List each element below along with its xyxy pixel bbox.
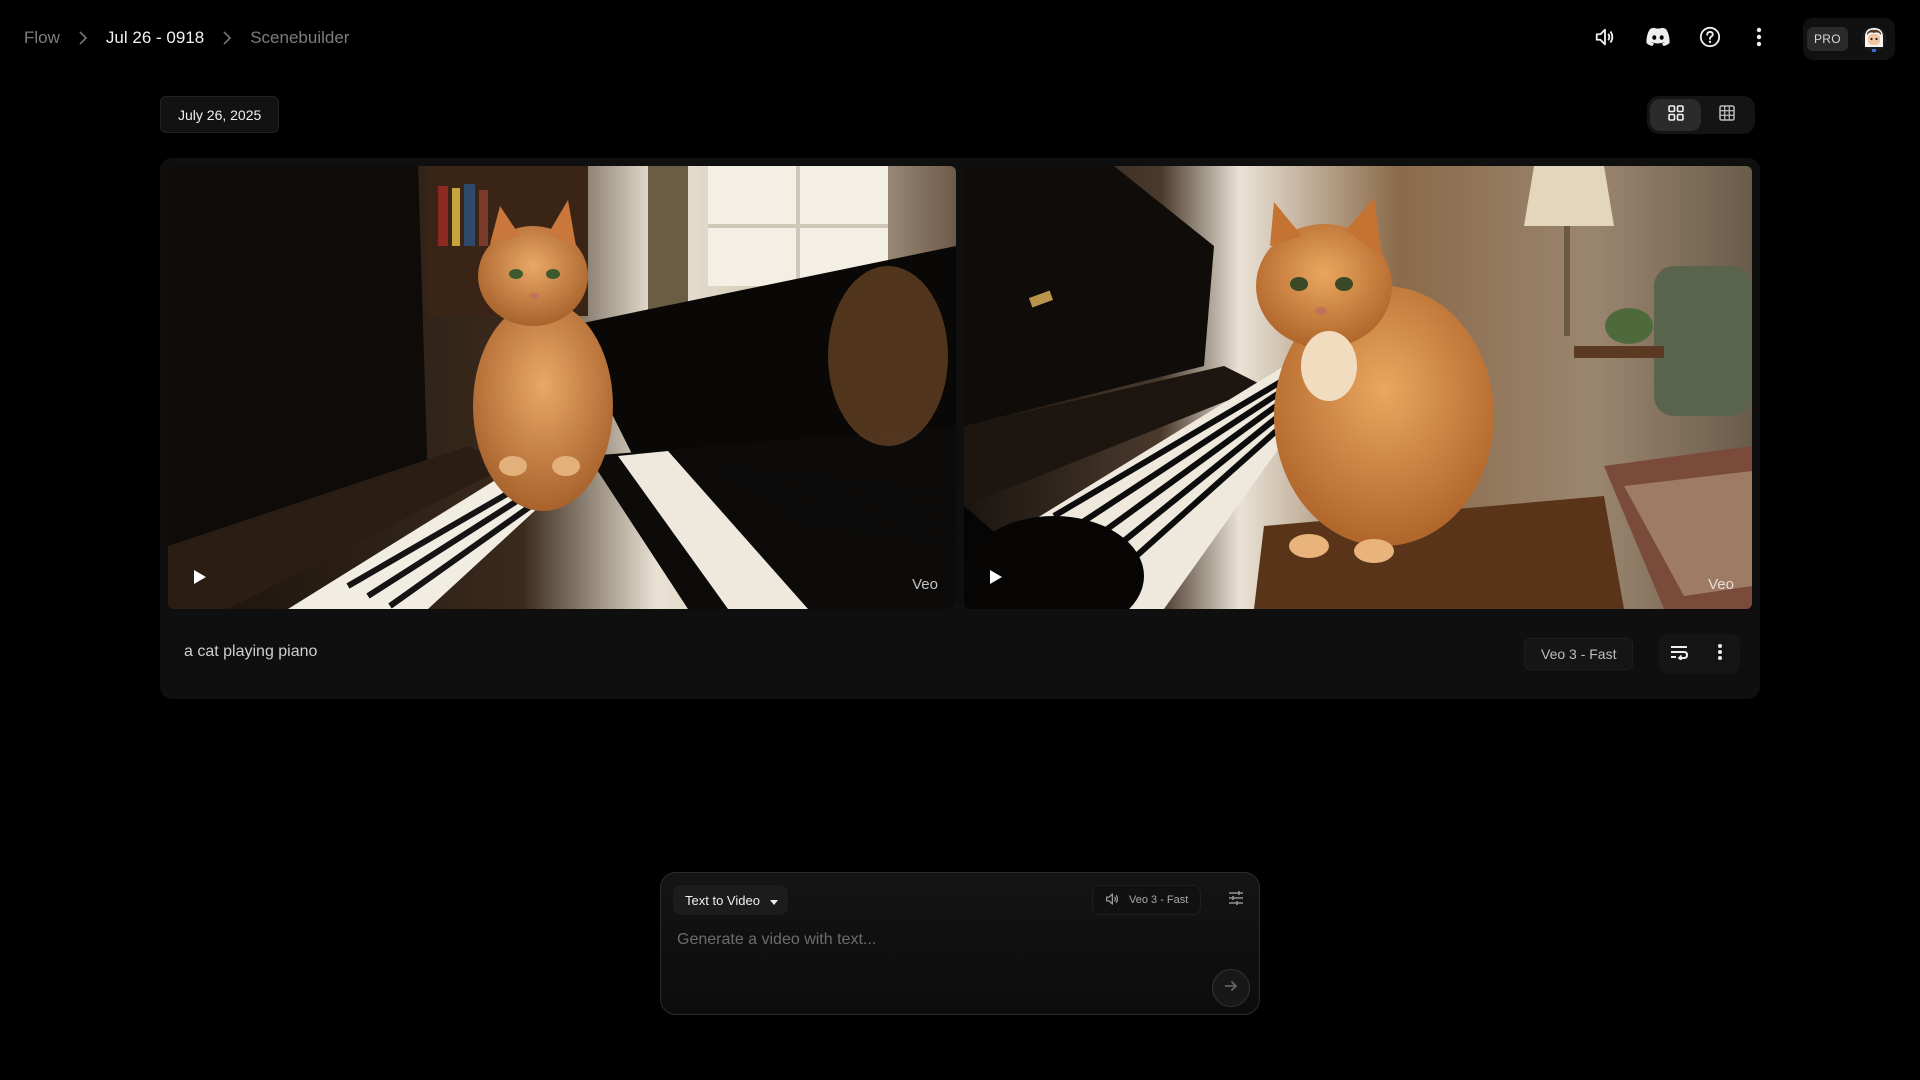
volume-icon xyxy=(1105,892,1129,909)
wrap-text-icon xyxy=(1670,644,1688,665)
mode-select-label: Text to Video xyxy=(685,892,760,908)
tune-icon xyxy=(1228,890,1244,910)
tile-view-icon xyxy=(1718,104,1735,126)
reuse-prompt-button[interactable] xyxy=(1662,637,1696,671)
composer-model-select[interactable]: Veo 3 - Fast xyxy=(1092,885,1202,915)
tile-view-button[interactable] xyxy=(1701,99,1752,131)
discord-icon xyxy=(1645,27,1671,52)
play-icon xyxy=(989,569,1003,590)
grid-view-icon xyxy=(1667,104,1684,126)
account-menu[interactable]: PRO xyxy=(1803,18,1895,60)
more-vert-icon xyxy=(1756,27,1762,52)
model-chip: Veo 3 - Fast xyxy=(1524,638,1634,670)
avatar[interactable] xyxy=(1859,25,1888,53)
chevron-right-icon xyxy=(68,28,98,48)
grid-view-button[interactable] xyxy=(1650,99,1701,131)
play-icon xyxy=(193,569,207,590)
caret-down-icon xyxy=(769,893,778,908)
video-thumbnail[interactable]: Veo xyxy=(964,166,1752,609)
breadcrumb-project[interactable]: Jul 26 - 0918 xyxy=(106,28,204,48)
prompt-input[interactable] xyxy=(675,925,1235,955)
composer-model-label: Veo 3 - Fast xyxy=(1129,894,1189,906)
mode-select[interactable]: Text to Video xyxy=(673,885,788,915)
generation-card: Veo Veo a cat playing piano Veo 3 - Fast xyxy=(160,158,1760,699)
date-chip: July 26, 2025 xyxy=(160,96,280,133)
view-toggle xyxy=(1647,96,1755,134)
settings-button[interactable] xyxy=(1221,885,1251,915)
breadcrumb: Flow Jul 26 - 0918 Scenebuilder xyxy=(24,28,349,48)
send-button[interactable] xyxy=(1212,969,1250,1007)
pro-badge: PRO xyxy=(1807,27,1848,51)
prompt-composer: Text to Video Veo 3 - Fast xyxy=(660,872,1260,1015)
volume-button[interactable] xyxy=(1585,19,1625,59)
arrow-right-icon xyxy=(1224,979,1238,997)
breadcrumb-scenebuilder[interactable]: Scenebuilder xyxy=(250,28,349,48)
help-button[interactable] xyxy=(1690,19,1730,59)
generation-prompt: a cat playing piano xyxy=(184,643,318,660)
help-icon xyxy=(1699,26,1721,53)
discord-button[interactable] xyxy=(1638,19,1678,59)
more-vert-icon xyxy=(1717,643,1723,666)
chevron-right-icon xyxy=(212,28,242,48)
video-frame-cat-piano xyxy=(168,166,956,609)
card-actions xyxy=(1658,634,1740,674)
top-bar: Flow Jul 26 - 0918 Scenebuilder PRO xyxy=(0,0,1920,78)
play-button[interactable] xyxy=(984,567,1008,591)
video-thumbnail[interactable]: Veo xyxy=(168,166,956,609)
volume-icon xyxy=(1594,26,1616,53)
veo-watermark: Veo xyxy=(912,576,938,593)
play-button[interactable] xyxy=(188,567,212,591)
card-more-button[interactable] xyxy=(1703,637,1737,671)
veo-watermark: Veo xyxy=(1708,576,1734,593)
more-options-button[interactable] xyxy=(1739,19,1779,59)
breadcrumb-flow[interactable]: Flow xyxy=(24,28,60,48)
video-frame-cat-piano xyxy=(964,166,1752,609)
